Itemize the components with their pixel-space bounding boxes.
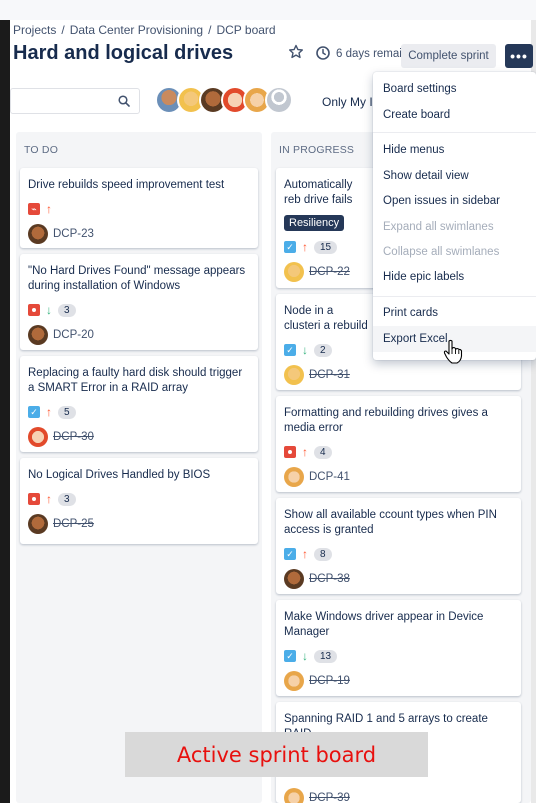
card-title: Formatting and rebuilding drives gives a… [284, 407, 488, 434]
issue-key[interactable]: DCP-41 [309, 471, 350, 483]
priority-high-icon: ↑ [302, 547, 308, 561]
issue-card[interactable]: Drive rebuilds speed improvement test ⌁ … [20, 168, 258, 248]
issue-card[interactable]: "No Hard Drives Found" message appears d… [20, 254, 258, 350]
priority-high-icon: ↑ [46, 405, 52, 419]
avatar [28, 224, 48, 244]
top-strip [0, 0, 536, 20]
story-points-badge: 3 [58, 492, 76, 506]
bug-type-icon [284, 446, 296, 458]
priority-low-icon: ↓ [46, 303, 52, 317]
menu-divider [373, 132, 536, 133]
story-points-badge: 15 [314, 240, 338, 254]
task-type-icon [284, 548, 296, 560]
left-edge-bar [0, 20, 10, 803]
priority-high-icon: ↑ [46, 492, 52, 506]
menu-item-board-settings[interactable]: Board settings [373, 76, 536, 102]
board-app: Projects / Data Center Provisioning / DCP bo… [0, 0, 536, 803]
avatar [284, 467, 304, 487]
breadcrumb: Projects / Data Center Provisioning / DCP bo… [13, 23, 276, 37]
menu-item-hide-menus[interactable]: Hide menus [373, 137, 536, 163]
bug-type-icon [28, 493, 40, 505]
avatar [28, 325, 48, 345]
avatar [284, 671, 304, 691]
task-type-icon [284, 650, 296, 662]
column-header-todo: TO DO [24, 144, 59, 156]
caption-banner: Active sprint board [125, 732, 428, 777]
issue-key[interactable]: DCP-39 [309, 792, 350, 803]
issue-card[interactable]: Make Windows driver appear in Device Man… [276, 600, 521, 696]
issue-key[interactable]: DCP-30 [53, 431, 94, 443]
priority-high-icon: ↑ [302, 240, 308, 254]
avatar [284, 365, 304, 385]
menu-item-expand-all-swimlanes: Expand all swimlanes [383, 221, 494, 233]
avatar[interactable] [265, 86, 293, 114]
only-my-issues-filter[interactable]: Only My Is [322, 95, 374, 109]
issue-card[interactable]: No Logical Drives Handled by BIOS ↑ 3 DC… [20, 458, 258, 544]
task-type-icon [284, 241, 296, 253]
search-input[interactable] [10, 88, 140, 114]
epic-label[interactable]: Resiliency [284, 215, 345, 231]
complete-sprint-button[interactable]: Complete sprint [401, 44, 496, 68]
avatar [28, 514, 48, 534]
card-title: Replacing a faulty hard disk should trig… [28, 367, 243, 394]
menu-item-open-issues-in-sidebar[interactable]: Open issues in sidebar [373, 188, 536, 214]
story-points-badge: 4 [314, 445, 332, 459]
priority-high-icon: ↑ [46, 202, 52, 216]
issue-key[interactable]: DCP-23 [53, 228, 94, 240]
issue-key[interactable]: DCP-38 [309, 573, 350, 585]
menu-divider [373, 296, 536, 297]
assignee-avatars [155, 86, 305, 116]
breadcrumb-board[interactable]: DCP board [216, 23, 275, 37]
breadcrumb-separator: / [208, 23, 212, 37]
issue-key[interactable]: DCP-25 [53, 518, 94, 530]
card-title: Make Windows driver appear in Device Man… [284, 611, 484, 638]
board-menu: Board settings Create board Hide menus S… [373, 72, 536, 360]
page-title: Hard and logical drives [13, 42, 234, 64]
task-type-icon [284, 344, 296, 356]
card-title: Automatically reb drive fails [284, 179, 353, 206]
issue-key[interactable]: DCP-31 [309, 369, 350, 381]
avatar [284, 262, 304, 282]
search-icon [118, 95, 130, 107]
column-header-in-progress: IN PROGRESS [279, 144, 355, 156]
story-points-badge: 8 [314, 547, 332, 561]
menu-item-print-cards[interactable]: Print cards [373, 300, 536, 326]
avatar [284, 569, 304, 589]
avatar [28, 427, 48, 447]
story-points-badge: 2 [314, 343, 332, 357]
card-title: "No Hard Drives Found" message appears d… [28, 265, 246, 292]
issue-key[interactable]: DCP-20 [53, 329, 94, 341]
card-title: Show all available ccount types when PIN… [284, 509, 497, 536]
star-icon[interactable] [288, 44, 304, 60]
card-title: Node in a clusteri a rebuild [284, 305, 368, 332]
more-actions-button[interactable]: ••• [505, 44, 533, 68]
breadcrumb-projects[interactable]: Projects [13, 23, 56, 37]
priority-low-icon: ↓ [302, 649, 308, 663]
issue-card[interactable]: Replacing a faulty hard disk should trig… [20, 356, 258, 452]
breadcrumb-separator: / [61, 23, 65, 37]
story-points-badge: 3 [58, 303, 76, 317]
story-points-badge: 5 [58, 405, 76, 419]
hand-cursor-icon [443, 339, 463, 364]
task-type-icon [28, 406, 40, 418]
menu-item-collapse-all-swimlanes: Collapse all swimlanes [383, 246, 500, 258]
card-title: No Logical Drives Handled by BIOS [28, 469, 211, 481]
issue-card[interactable]: Formatting and rebuilding drives gives a… [276, 396, 521, 492]
issue-key[interactable]: DCP-19 [309, 675, 350, 687]
column-todo: TO DO Drive rebuilds speed improvement t… [16, 132, 262, 803]
story-points-badge: 13 [314, 649, 338, 663]
bug-type-icon [28, 304, 40, 316]
clock-icon [316, 46, 330, 60]
priority-low-icon: ↓ [302, 343, 308, 357]
breadcrumb-project[interactable]: Data Center Provisioning [70, 23, 203, 37]
spike-type-icon: ⌁ [28, 203, 40, 215]
issue-card[interactable]: Show all available ccount types when PIN… [276, 498, 521, 594]
avatar [284, 788, 304, 803]
menu-item-show-detail-view[interactable]: Show detail view [373, 163, 536, 189]
menu-item-hide-epic-labels[interactable]: Hide epic labels [373, 264, 536, 290]
card-title: Drive rebuilds speed improvement test [28, 179, 225, 191]
issue-key[interactable]: DCP-22 [309, 266, 350, 278]
priority-high-icon: ↑ [302, 445, 308, 459]
menu-item-create-board[interactable]: Create board [373, 102, 536, 128]
